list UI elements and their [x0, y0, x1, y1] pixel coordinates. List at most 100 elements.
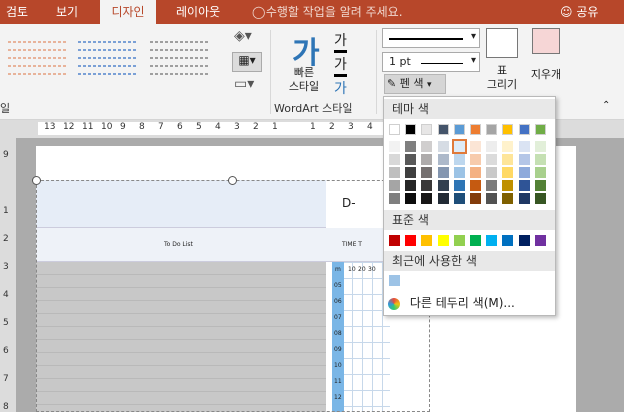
theme-shade-swatch[interactable]	[486, 154, 498, 165]
effects-button[interactable]: ▭▾	[234, 76, 264, 96]
theme-shade-swatch[interactable]	[421, 154, 433, 165]
theme-shade-swatch[interactable]	[453, 180, 465, 191]
theme-shade-swatch[interactable]	[502, 193, 514, 204]
quick-styles-button[interactable]: 빠른 스타일	[282, 66, 326, 94]
theme-shade-swatch[interactable]	[518, 193, 530, 204]
draw-table-button[interactable]: 표 그리기	[478, 64, 526, 92]
theme-shade-swatch[interactable]	[389, 141, 400, 152]
theme-shade-swatch[interactable]	[389, 193, 400, 204]
theme-shade-swatch[interactable]	[389, 180, 400, 191]
theme-shade-swatch[interactable]	[486, 180, 498, 191]
theme-shade-swatch[interactable]	[518, 141, 530, 152]
resize-handle[interactable]	[32, 176, 41, 185]
theme-color-swatch[interactable]	[437, 124, 449, 135]
theme-shade-swatch[interactable]	[405, 193, 417, 204]
tab-view[interactable]: 보기	[56, 0, 78, 24]
standard-color-swatch[interactable]	[421, 235, 433, 246]
theme-shade-swatch[interactable]	[437, 141, 449, 152]
theme-shade-swatch[interactable]	[470, 154, 481, 165]
theme-shade-swatch[interactable]	[518, 180, 530, 191]
ribbon-separator	[270, 30, 271, 114]
standard-color-swatch[interactable]	[453, 235, 465, 246]
theme-shade-swatch[interactable]	[437, 180, 449, 191]
theme-shade-swatch[interactable]	[518, 167, 530, 178]
theme-color-swatch[interactable]	[486, 124, 498, 135]
theme-shade-swatch[interactable]	[437, 167, 449, 178]
standard-color-swatch[interactable]	[389, 235, 400, 246]
more-colors-item[interactable]: 다른 테두리 색(M)...	[388, 293, 552, 313]
borders-button[interactable]: ▦▾	[232, 52, 262, 72]
theme-shade-swatch[interactable]	[421, 141, 433, 152]
theme-shade-swatch[interactable]	[453, 167, 465, 178]
text-outline-button[interactable]: 가	[334, 54, 347, 77]
theme-shade-swatch[interactable]	[453, 193, 465, 204]
theme-shade-swatch[interactable]	[421, 167, 433, 178]
theme-color-swatch[interactable]	[405, 124, 417, 135]
resize-handle[interactable]	[228, 176, 237, 185]
theme-shade-swatch[interactable]	[502, 167, 514, 178]
tell-me-box[interactable]: ◯ 수행할 작업을 알려 주세요.	[252, 0, 403, 24]
collapse-ribbon-icon[interactable]: ⌃	[602, 100, 610, 111]
theme-shade-swatch[interactable]	[486, 167, 498, 178]
pen-color-button[interactable]: ✎ 펜 색 ▾	[384, 74, 446, 94]
tab-design[interactable]: 디자인	[100, 0, 156, 24]
theme-shade-swatch[interactable]	[534, 193, 546, 204]
table-style-3[interactable]	[148, 36, 210, 76]
pen-style-dropdown[interactable]: ▾	[382, 28, 480, 48]
theme-shade-swatch[interactable]	[518, 154, 530, 165]
shading-button[interactable]: ◈▾	[234, 28, 264, 48]
recent-color-swatch[interactable]	[389, 275, 400, 286]
theme-shade-swatch[interactable]	[534, 180, 546, 191]
standard-color-swatch[interactable]	[502, 235, 514, 246]
theme-color-swatch[interactable]	[470, 124, 481, 135]
tab-review[interactable]: 검토	[6, 0, 28, 24]
theme-shade-swatch[interactable]	[389, 154, 400, 165]
pen-icon: ✎	[387, 77, 397, 90]
theme-shade-swatch[interactable]	[421, 180, 433, 191]
theme-color-swatch[interactable]	[534, 124, 546, 135]
theme-shade-swatch[interactable]	[405, 167, 417, 178]
theme-color-swatch[interactable]	[421, 124, 433, 135]
theme-shade-swatch[interactable]	[389, 167, 400, 178]
table-style-2[interactable]	[76, 36, 138, 76]
theme-shade-swatch[interactable]	[405, 141, 417, 152]
theme-color-swatch[interactable]	[518, 124, 530, 135]
theme-shade-swatch[interactable]	[502, 141, 514, 152]
hour-label: 12	[334, 394, 342, 401]
theme-shade-swatch[interactable]	[534, 141, 546, 152]
theme-shade-swatch[interactable]	[486, 141, 498, 152]
standard-color-swatch[interactable]	[518, 235, 530, 246]
theme-shade-swatch[interactable]	[437, 154, 449, 165]
theme-shade-swatch[interactable]	[470, 180, 481, 191]
theme-shade-swatch[interactable]	[405, 154, 417, 165]
text-fill-button[interactable]: 가	[334, 30, 347, 53]
minute-label: 30	[368, 266, 376, 273]
standard-color-swatch[interactable]	[405, 235, 417, 246]
theme-shade-swatch[interactable]	[470, 167, 481, 178]
theme-shade-swatch[interactable]	[451, 139, 467, 154]
theme-shade-swatch[interactable]	[437, 193, 449, 204]
eraser-button[interactable]: 지우개	[524, 66, 568, 82]
theme-shade-swatch[interactable]	[470, 141, 481, 152]
theme-shade-swatch[interactable]	[534, 167, 546, 178]
standard-color-swatch[interactable]	[534, 235, 546, 246]
tab-layout[interactable]: 레이아웃	[176, 0, 220, 24]
table-style-1[interactable]	[6, 36, 68, 76]
standard-color-swatch[interactable]	[486, 235, 498, 246]
text-effects-button[interactable]: 가	[334, 78, 347, 98]
standard-color-swatch[interactable]	[437, 235, 449, 246]
theme-shade-swatch[interactable]	[470, 193, 481, 204]
standard-color-swatch[interactable]	[470, 235, 481, 246]
theme-shade-swatch[interactable]	[534, 154, 546, 165]
theme-shade-swatch[interactable]	[502, 154, 514, 165]
share-button[interactable]: ☺ 공유	[560, 0, 598, 24]
theme-shade-swatch[interactable]	[486, 193, 498, 204]
theme-color-swatch[interactable]	[453, 124, 465, 135]
theme-shade-swatch[interactable]	[405, 180, 417, 191]
theme-shade-swatch[interactable]	[453, 154, 465, 165]
theme-color-swatch[interactable]	[502, 124, 514, 135]
theme-shade-swatch[interactable]	[502, 180, 514, 191]
pen-weight-dropdown[interactable]: 1 pt ▾	[382, 52, 480, 72]
theme-shade-swatch[interactable]	[421, 193, 433, 204]
theme-color-swatch[interactable]	[389, 124, 400, 135]
